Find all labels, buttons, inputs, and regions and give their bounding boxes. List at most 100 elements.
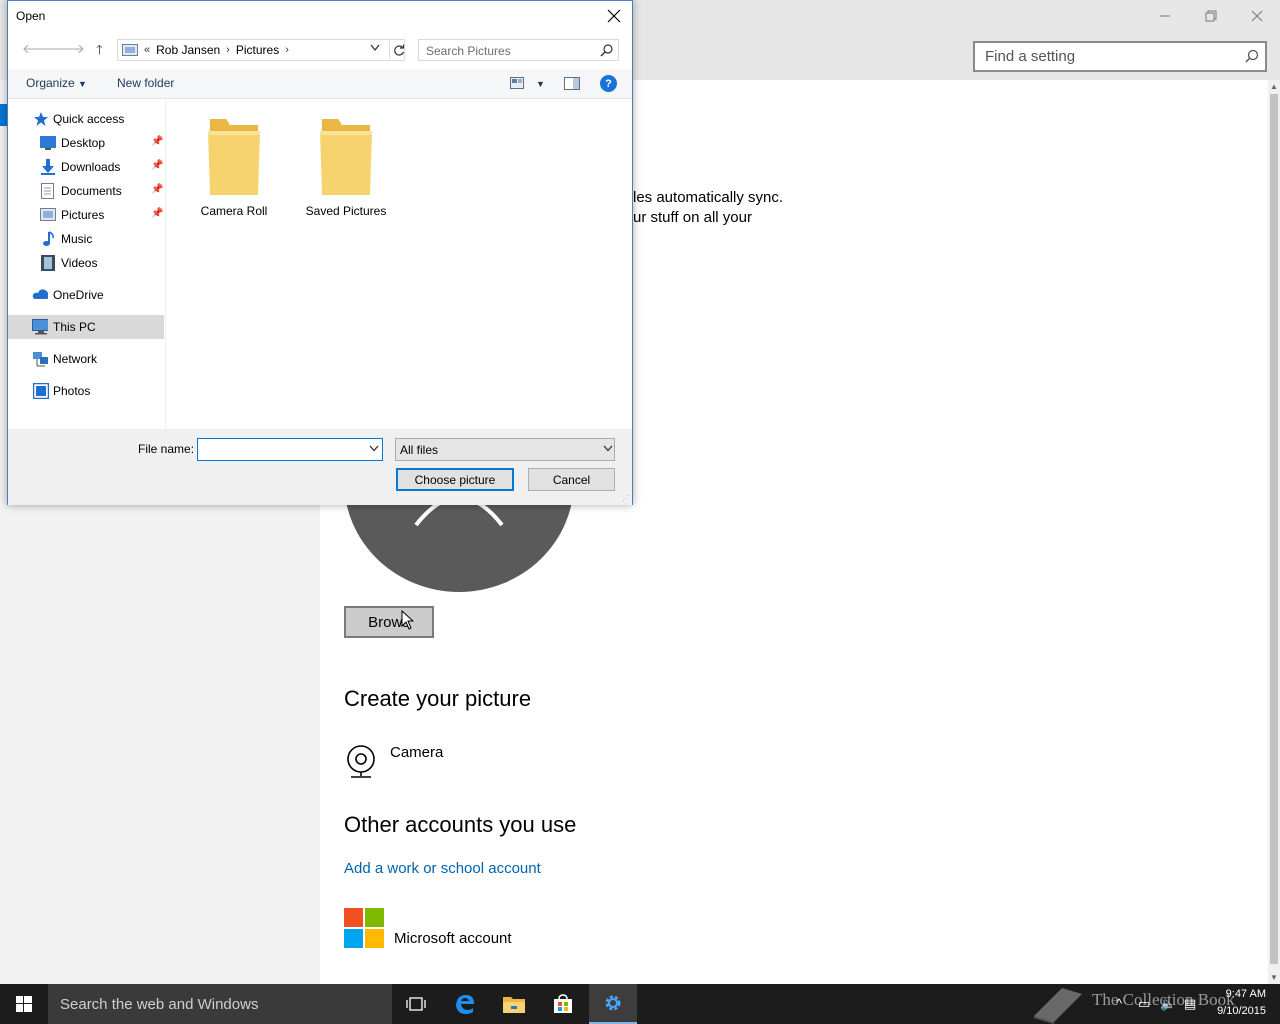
file-type-select[interactable]: All files	[395, 438, 615, 461]
help-button[interactable]: ?	[600, 75, 617, 92]
close-icon	[607, 9, 621, 23]
restore-button[interactable]	[1188, 4, 1234, 28]
clock-date[interactable]: 9/10/2015	[1206, 1005, 1266, 1017]
breadcrumb-rob-jansen[interactable]: Rob Jansen	[156, 43, 220, 57]
close-icon	[1251, 10, 1263, 22]
edge-icon	[456, 995, 474, 1014]
scroll-up-icon[interactable]: ▲	[1270, 82, 1278, 91]
file-name-dropdown-icon[interactable]	[369, 445, 379, 452]
nav-label: Music	[61, 232, 93, 246]
minimize-icon	[1160, 15, 1170, 17]
scroll-down-icon[interactable]: ▼	[1270, 973, 1278, 982]
command-bar: Organize ▼ New folder ▼ ?	[8, 69, 632, 99]
dialog-close-button[interactable]	[602, 5, 626, 27]
breadcrumb-separator-icon[interactable]: ›	[285, 44, 289, 56]
recent-locations-chevron-icon[interactable]: ⌵	[76, 45, 83, 56]
nav-item-photos[interactable]: Photos	[8, 379, 164, 403]
nav-label: Desktop	[61, 136, 106, 150]
gear-icon	[605, 995, 621, 1011]
nav-item-downloads[interactable]: Downloads 📌	[8, 155, 164, 179]
taskbar: Search the web and Windows ^ ▭ 🔈 ▤ 9:47 …	[0, 984, 1280, 1024]
nav-item-documents[interactable]: Documents 📌	[8, 179, 164, 203]
taskbar-edge-button[interactable]	[441, 984, 489, 1024]
taskbar-store-button[interactable]	[539, 984, 587, 1024]
taskbar-search-placeholder: Search the web and Windows	[60, 996, 259, 1013]
organize-button[interactable]: Organize ▼	[26, 76, 87, 90]
microsoft-account-label[interactable]: Microsoft account	[394, 930, 512, 947]
browse-button[interactable]: Brows	[344, 606, 434, 638]
refresh-icon	[393, 44, 404, 56]
nav-item-pictures[interactable]: Pictures 📌	[8, 203, 164, 227]
resize-grip-icon[interactable]: ⋰	[622, 494, 630, 503]
folder-camera-roll[interactable]: Camera Roll	[189, 117, 279, 218]
dialog-search-input[interactable]: Search Pictures	[418, 39, 619, 61]
breadcrumb-pictures[interactable]: Pictures	[236, 43, 279, 57]
file-name-input[interactable]	[197, 438, 383, 461]
settings-search-input[interactable]: Find a setting	[973, 41, 1267, 72]
taskbar-settings-button[interactable]	[589, 984, 637, 1024]
pin-icon[interactable]: 📌	[151, 208, 163, 219]
computer-icon	[32, 319, 48, 335]
preview-pane-icon[interactable]	[564, 77, 580, 90]
new-folder-button[interactable]: New folder	[117, 76, 174, 90]
nav-item-videos[interactable]: Videos	[8, 251, 164, 275]
dialog-title: Open	[16, 9, 46, 23]
pin-icon[interactable]: 📌	[151, 160, 163, 171]
nav-item-quick-access[interactable]: Quick access	[8, 107, 164, 131]
desktop-icon	[40, 136, 56, 150]
nav-label: OneDrive	[53, 288, 104, 302]
breadcrumb-separator-icon[interactable]: ›	[226, 44, 230, 56]
pin-icon[interactable]: 📌	[151, 184, 163, 195]
pin-icon[interactable]: 📌	[151, 136, 163, 147]
address-dropdown-icon[interactable]	[370, 44, 380, 52]
sync-text-line2: ur stuff on all your	[633, 209, 752, 226]
folder-saved-pictures[interactable]: Saved Pictures	[301, 117, 391, 218]
nav-item-music[interactable]: Music	[8, 227, 164, 251]
refresh-button[interactable]	[389, 41, 407, 59]
camera-option-label[interactable]: Camera	[390, 744, 443, 761]
change-view-icon[interactable]	[510, 77, 524, 89]
minimize-button[interactable]	[1142, 4, 1188, 28]
taskbar-file-explorer-button[interactable]	[490, 984, 538, 1024]
view-options-chevron-icon[interactable]: ▼	[536, 79, 545, 89]
mouse-cursor-icon	[401, 610, 414, 630]
microsoft-logo-icon	[344, 908, 384, 948]
settings-scrollbar[interactable]: ▲ ▼	[1268, 80, 1280, 984]
taskbar-search-box[interactable]: Search the web and Windows	[48, 984, 392, 1024]
dialog-search-placeholder: Search Pictures	[426, 44, 511, 58]
add-work-account-link[interactable]: Add a work or school account	[344, 860, 541, 877]
nav-item-this-pc[interactable]: This PC	[8, 315, 164, 339]
navigation-pane: Quick access Desktop 📌 Downloads 📌 Docum…	[8, 100, 166, 429]
file-explorer-icon	[503, 997, 525, 1013]
download-icon	[41, 159, 55, 175]
nav-item-network[interactable]: Network	[8, 347, 164, 371]
up-arrow-icon[interactable]: 🡑	[96, 41, 103, 63]
nav-label: Photos	[53, 384, 91, 398]
network-status-icon[interactable]: ▭	[1138, 996, 1150, 1012]
close-window-button[interactable]	[1234, 4, 1280, 28]
address-bar[interactable]: « Rob Jansen › Pictures ›	[117, 39, 405, 61]
nav-item-onedrive[interactable]: OneDrive	[8, 283, 164, 307]
volume-icon[interactable]: 🔈	[1160, 996, 1176, 1012]
cancel-button[interactable]: Cancel	[528, 468, 615, 491]
show-hidden-icons-chevron-icon[interactable]: ^	[1116, 996, 1122, 1011]
search-icon	[600, 44, 613, 57]
scrollbar-thumb[interactable]	[1270, 94, 1278, 964]
windows-logo-icon	[16, 996, 32, 1012]
nav-item-desktop[interactable]: Desktop 📌	[8, 131, 164, 155]
clock-time[interactable]: 9:47 AM	[1214, 988, 1266, 1000]
start-button[interactable]	[0, 984, 48, 1024]
other-accounts-heading: Other accounts you use	[344, 812, 577, 837]
task-view-button[interactable]	[392, 984, 440, 1024]
nav-label: Quick access	[53, 112, 125, 126]
star-icon	[34, 112, 48, 126]
pictures-location-icon	[122, 44, 138, 56]
camera-icon[interactable]	[344, 744, 378, 780]
task-view-icon	[406, 997, 426, 1011]
file-list-pane: Camera Roll Saved Pictures	[167, 100, 632, 429]
action-center-icon[interactable]: ▤	[1184, 996, 1196, 1012]
open-dialog: Open 🡐 🡒 ⌵ 🡑 « Rob Jansen › Pictures › S…	[7, 0, 633, 505]
choose-picture-button[interactable]: Choose picture	[396, 468, 514, 491]
file-type-dropdown-icon[interactable]	[603, 445, 613, 452]
breadcrumb-overflow[interactable]: «	[144, 44, 150, 56]
